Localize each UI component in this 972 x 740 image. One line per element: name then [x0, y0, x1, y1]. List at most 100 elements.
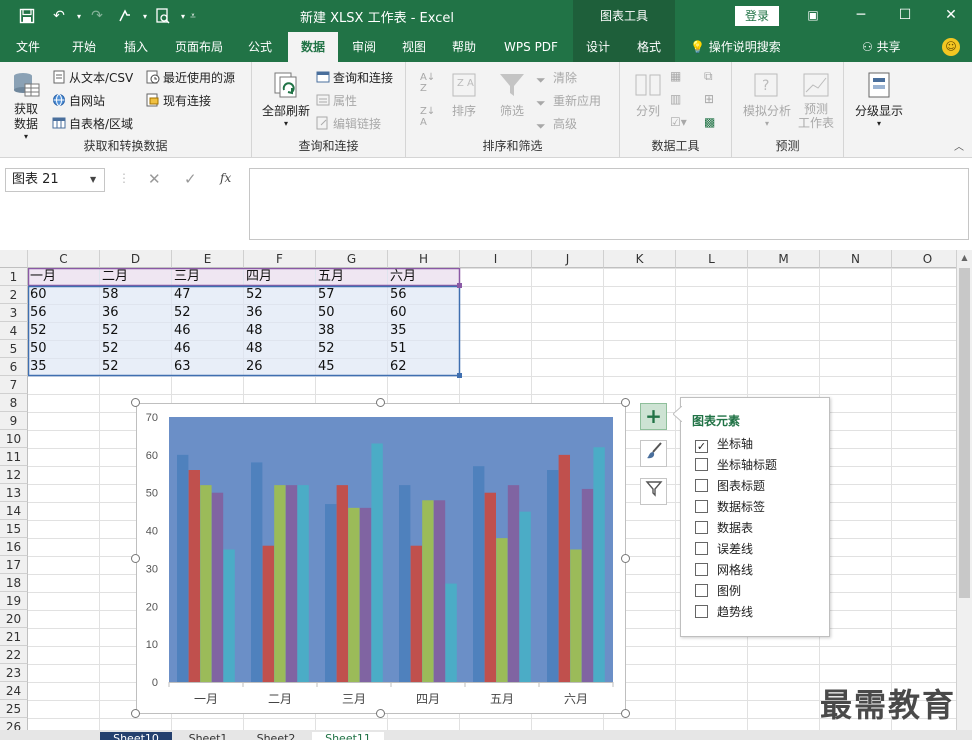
- edit-links-button[interactable]: 编辑链接: [316, 115, 381, 132]
- vertical-scrollbar[interactable]: ▲: [956, 250, 972, 730]
- outline-button[interactable]: 分级显示 ▾: [850, 70, 908, 128]
- row-header-15[interactable]: 15: [0, 520, 28, 538]
- column-header-I[interactable]: I: [460, 250, 532, 268]
- sheet-tab-sheet2[interactable]: Sheet2: [244, 732, 308, 740]
- print-preview-icon[interactable]: [152, 5, 174, 27]
- chart-element-option[interactable]: 数据表: [695, 519, 753, 537]
- chart-element-option[interactable]: ✓ 坐标轴: [695, 435, 753, 453]
- table-cell[interactable]: 47: [172, 286, 244, 304]
- table-cell[interactable]: 48: [244, 322, 316, 340]
- tab-wps-pdf[interactable]: WPS PDF: [496, 32, 566, 62]
- chart-styles-button[interactable]: [640, 440, 667, 467]
- table-cell[interactable]: 60: [28, 286, 100, 304]
- row-header-2[interactable]: 2: [0, 286, 28, 304]
- tab-insert[interactable]: 插入: [114, 32, 158, 62]
- tab-review[interactable]: 审阅: [342, 32, 386, 62]
- row-header-9[interactable]: 9: [0, 412, 28, 430]
- table-cell[interactable]: 58: [100, 286, 172, 304]
- customize-qat-icon[interactable]: ⩡: [182, 5, 204, 27]
- column-header-F[interactable]: F: [244, 250, 316, 268]
- existing-connections-button[interactable]: 现有连接: [146, 92, 211, 109]
- table-cell[interactable]: 46: [172, 322, 244, 340]
- table-cell[interactable]: 52: [100, 340, 172, 358]
- refresh-all-button[interactable]: 全部刷新 ▾: [260, 70, 312, 128]
- table-cell[interactable]: 48: [244, 340, 316, 358]
- column-header-L[interactable]: L: [676, 250, 748, 268]
- row-header-14[interactable]: 14: [0, 502, 28, 520]
- table-cell[interactable]: 38: [316, 322, 388, 340]
- sort-az-icon[interactable]: A↓ Z: [420, 72, 435, 94]
- flash-fill-icon[interactable]: ▦: [670, 69, 681, 83]
- tab-design[interactable]: 设计: [573, 32, 623, 62]
- checkbox-icon[interactable]: [695, 521, 708, 534]
- table-cell[interactable]: 50: [316, 304, 388, 322]
- consolidate-icon[interactable]: ⧉: [704, 69, 713, 84]
- checked-checkbox-icon[interactable]: ✓: [695, 440, 708, 453]
- column-header-C[interactable]: C: [28, 250, 100, 268]
- chart-element-option[interactable]: 网格线: [695, 561, 753, 579]
- minimize-button[interactable]: ─: [850, 4, 872, 26]
- tab-page-layout[interactable]: 页面布局: [166, 32, 232, 62]
- checkbox-icon[interactable]: [695, 563, 708, 576]
- close-button[interactable]: ✕: [940, 4, 962, 26]
- recent-sources-button[interactable]: 最近使用的源: [146, 69, 235, 86]
- scroll-up-arrow-icon[interactable]: ▲: [957, 250, 972, 266]
- table-cell[interactable]: 45: [316, 358, 388, 376]
- row-header-18[interactable]: 18: [0, 574, 28, 592]
- row-header-12[interactable]: 12: [0, 466, 28, 484]
- smiley-feedback-icon[interactable]: ☺: [942, 38, 960, 56]
- properties-button[interactable]: 属性: [316, 92, 357, 109]
- login-button[interactable]: 登录: [735, 6, 779, 26]
- formula-input[interactable]: [249, 168, 969, 240]
- chart-element-option[interactable]: 趋势线: [695, 603, 753, 621]
- table-header-cell[interactable]: 五月: [316, 268, 388, 286]
- save-icon[interactable]: [16, 5, 38, 27]
- sheet-tab-sheet10[interactable]: Sheet10: [100, 732, 172, 740]
- resize-handle[interactable]: [621, 553, 630, 563]
- checkbox-icon[interactable]: [695, 458, 708, 471]
- row-header-25[interactable]: 25: [0, 700, 28, 718]
- reapply-button[interactable]: ⏷ 重新应用: [536, 92, 601, 110]
- resize-handle[interactable]: [376, 709, 385, 718]
- collapse-ribbon-icon[interactable]: ︿: [954, 138, 964, 153]
- from-web-button[interactable]: 自网站: [52, 92, 105, 109]
- table-cell[interactable]: 26: [244, 358, 316, 376]
- row-header-11[interactable]: 11: [0, 448, 28, 466]
- select-all-corner[interactable]: [0, 250, 28, 268]
- cancel-icon[interactable]: ✕: [148, 170, 161, 188]
- column-header-J[interactable]: J: [532, 250, 604, 268]
- resize-handle[interactable]: [621, 398, 630, 407]
- what-if-button[interactable]: ? 模拟分析 ▾: [740, 70, 794, 128]
- column-header-H[interactable]: H: [388, 250, 460, 268]
- row-header-17[interactable]: 17: [0, 556, 28, 574]
- resize-handle[interactable]: [131, 709, 140, 718]
- chart-element-option[interactable]: 图例: [695, 582, 741, 600]
- remove-duplicates-icon[interactable]: ▥: [670, 92, 681, 106]
- chart-element-option[interactable]: 图表标题: [695, 477, 765, 495]
- resize-handle[interactable]: [131, 553, 140, 563]
- tab-home[interactable]: 开始: [62, 32, 106, 62]
- row-header-23[interactable]: 23: [0, 664, 28, 682]
- row-header-4[interactable]: 4: [0, 322, 28, 340]
- chart[interactable]: 0 10 20 30 40 50 60 70 一月 二月 三月 四月 五月 六月: [136, 403, 626, 714]
- row-header-8[interactable]: 8: [0, 394, 28, 412]
- sheet-tab-sheet11[interactable]: Sheet11: [312, 732, 384, 740]
- checkbox-icon[interactable]: [695, 542, 708, 555]
- table-cell[interactable]: 52: [100, 358, 172, 376]
- table-cell[interactable]: 35: [28, 358, 100, 376]
- resize-handle[interactable]: [131, 398, 140, 407]
- table-header-cell[interactable]: 二月: [100, 268, 172, 286]
- sort-button[interactable]: Z A 排序: [446, 70, 482, 119]
- table-cell[interactable]: 62: [388, 358, 460, 376]
- relationships-icon[interactable]: ⊞: [704, 92, 714, 106]
- sheet-tab-sheet1[interactable]: Sheet1: [176, 732, 240, 740]
- row-header-16[interactable]: 16: [0, 538, 28, 556]
- row-header-6[interactable]: 6: [0, 358, 28, 376]
- table-cell[interactable]: 57: [316, 286, 388, 304]
- table-cell[interactable]: 56: [28, 304, 100, 322]
- table-cell[interactable]: 52: [172, 304, 244, 322]
- clear-filter-button[interactable]: ⏷ 清除: [536, 69, 577, 87]
- data-model-icon[interactable]: ▩: [704, 115, 715, 129]
- column-header-K[interactable]: K: [604, 250, 676, 268]
- table-cell[interactable]: 63: [172, 358, 244, 376]
